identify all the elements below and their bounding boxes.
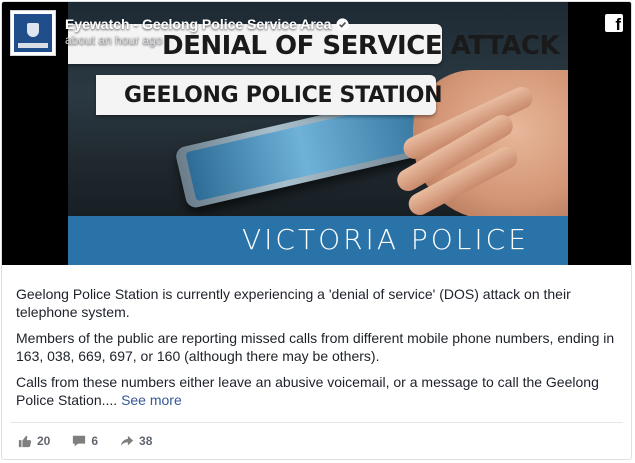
verified-icon [336,18,349,31]
action-bar: 20 6 38 [18,434,174,448]
thumbs-up-icon [18,435,32,448]
post-card: DENIAL OF SERVICE ATTACK GEELONG POLICE … [1,1,632,460]
divider [10,422,623,423]
avatar[interactable] [10,10,56,56]
see-more-link[interactable]: See more [121,392,182,408]
post-image[interactable]: DENIAL OF SERVICE ATTACK GEELONG POLICE … [2,2,631,265]
paragraph-1: Geelong Police Station is currently expe… [16,286,571,320]
timestamp-link[interactable]: about an hour ago [65,33,349,48]
paragraph-3: Calls from these numbers either leave an… [16,373,621,409]
post-header: Eyewatch - Geelong Police Service Area a… [10,10,349,58]
comment-button[interactable]: 6 [72,434,98,448]
footer-text: VICTORIA POLICE [242,223,529,256]
post-meta: Eyewatch - Geelong Police Service Area a… [65,16,349,48]
like-button[interactable]: 20 [18,434,50,448]
like-count: 20 [37,434,51,448]
facebook-icon[interactable]: f [605,14,623,33]
post-text: Geelong Police Station is currently expe… [16,285,621,417]
banner-middle: GEELONG POLICE STATION [96,75,443,115]
police-badge-icon [14,14,52,52]
share-count: 38 [139,434,153,448]
page-name-link[interactable]: Eyewatch - Geelong Police Service Area [65,16,331,33]
comment-count: 6 [91,434,99,448]
paragraph-2: Members of the public are reporting miss… [16,330,615,364]
comment-icon [73,435,86,447]
share-button[interactable]: 38 [120,434,152,448]
page-name-row: Eyewatch - Geelong Police Service Area [65,16,349,33]
paragraph-3-text: Calls from these numbers either leave an… [16,374,599,408]
share-arrow-icon [120,435,134,447]
